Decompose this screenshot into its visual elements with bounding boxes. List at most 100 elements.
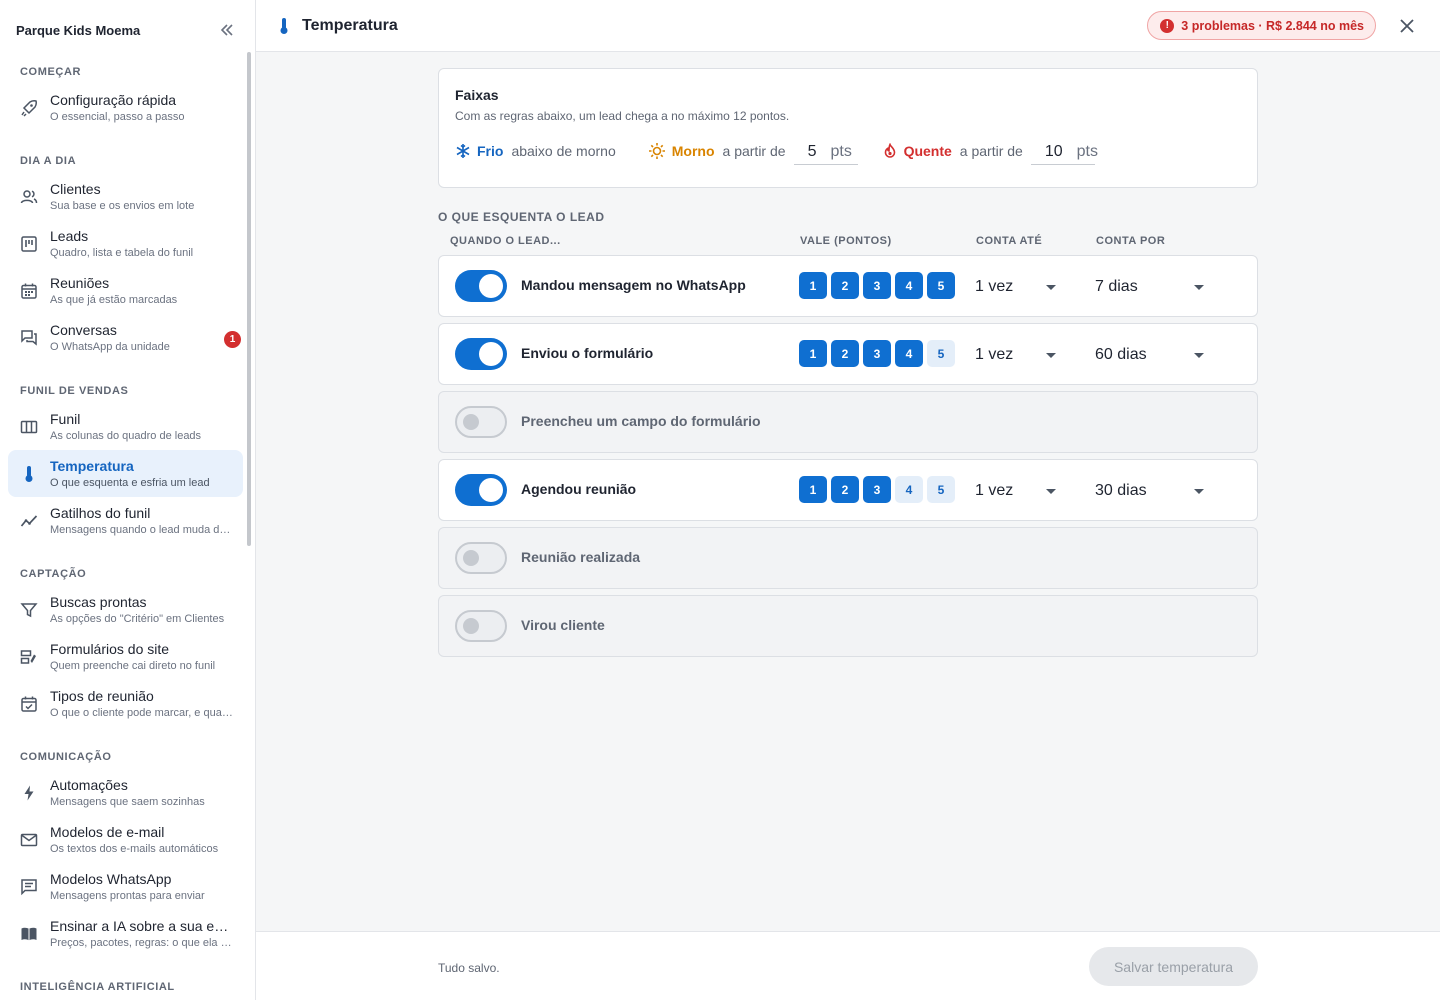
points-selector: 12345 (799, 476, 959, 503)
sidebar-item-label: Conversas (50, 321, 117, 338)
morno-unit: pts (830, 143, 852, 160)
book-icon (20, 925, 38, 943)
sidebar-item-text: Formulários do site Quem preenche cai dir… (50, 640, 235, 674)
mail-icon (20, 831, 38, 849)
save-status: Tudo salvo. (438, 961, 500, 975)
sidebar-item-label: Configuração rápida (50, 91, 177, 108)
count-for-value: 7 dias (1095, 278, 1138, 295)
band-quente: Quente a partir de 10 pts (882, 137, 1098, 165)
sidebar-item-filter[interactable]: Buscas prontas As opções do "Critério" em… (8, 586, 243, 633)
points-option[interactable]: 2 (831, 476, 859, 503)
band-frio-text: abaixo de morno (511, 143, 616, 159)
points-option[interactable]: 3 (863, 340, 891, 367)
toggle-knob (463, 414, 479, 430)
sidebar-item-book[interactable]: Ensinar a IA sobre a sua empresa Preços, … (8, 910, 243, 957)
rule-toggle[interactable] (455, 610, 507, 642)
points-option[interactable]: 5 (927, 272, 955, 299)
rule-toggle[interactable] (455, 270, 507, 302)
points-option[interactable]: 1 (799, 340, 827, 367)
count-until-select[interactable]: 1 vez (975, 477, 1061, 505)
sidebar-item-columns[interactable]: Funil As colunas do quadro de leads (8, 403, 243, 450)
points-option[interactable]: 5 (927, 476, 955, 503)
quente-threshold-value: 10 (1044, 143, 1063, 160)
quente-unit: pts (1076, 143, 1098, 160)
chevron-down-icon (1046, 489, 1056, 494)
morno-threshold-input[interactable]: 5 pts (793, 137, 858, 165)
chevron-down-icon (1194, 489, 1204, 494)
points-option[interactable]: 4 (895, 340, 923, 367)
event-check-icon (20, 695, 38, 713)
points-selector: 12345 (799, 272, 959, 299)
sidebar-item-subtitle: O que o cliente pode marcar, e quando (50, 706, 235, 719)
count-until-value: 1 vez (975, 278, 1014, 295)
sidebar-item-text: Reuniões As que já estão marcadas (50, 274, 235, 308)
sidebar-scrollbar[interactable] (247, 52, 251, 546)
sidebar-section-label: DIA A DIA (20, 155, 77, 167)
sidebar-item-people[interactable]: Clientes Sua base e os envios em lote (8, 173, 243, 220)
thermometer-icon (20, 465, 38, 483)
thermometer-icon (278, 17, 290, 35)
band-morno-name: Morno (671, 143, 715, 159)
rule-toggle[interactable] (455, 406, 507, 438)
close-icon[interactable] (1396, 15, 1418, 37)
sidebar-item-subtitle: Preços, pacotes, regras: o que ela preci… (50, 936, 235, 949)
sidebar-item-thermometer[interactable]: Temperatura O que esquenta e esfria um le… (8, 450, 243, 497)
chevron-down-icon (1046, 353, 1056, 358)
sidebar-item-message[interactable]: Modelos WhatsApp Mensagens prontas para e… (8, 863, 243, 910)
save-temperature-button[interactable]: Salvar temperatura (1089, 947, 1258, 986)
points-option[interactable]: 4 (895, 272, 923, 299)
error-icon: ! (1160, 18, 1175, 33)
sidebar-item-board[interactable]: Leads Quadro, lista e tabela do funil (8, 220, 243, 267)
trend-icon (20, 512, 38, 530)
count-for-value: 60 dias (1095, 346, 1147, 363)
rule-toggle[interactable] (455, 338, 507, 370)
rule-toggle[interactable] (455, 474, 507, 506)
sidebar-item-event-check[interactable]: Tipos de reunião O que o cliente pode mar… (8, 680, 243, 727)
count-for-select[interactable]: 7 dias (1095, 273, 1210, 301)
chevron-down-icon (1046, 285, 1056, 290)
toggle-knob (479, 342, 503, 366)
rule-label: Preencheu um campo do formulário (521, 413, 761, 429)
count-for-select[interactable]: 60 dias (1095, 341, 1210, 369)
collapse-sidebar-icon[interactable] (215, 18, 239, 42)
chevron-down-icon (1194, 353, 1204, 358)
points-option[interactable]: 3 (863, 272, 891, 299)
sidebar-item-subtitle: Sua base e os envios em lote (50, 199, 195, 212)
points-option[interactable]: 1 (799, 476, 827, 503)
sidebar-item-chat[interactable]: Conversas O WhatsApp da unidade 1 (8, 314, 243, 361)
points-option[interactable]: 3 (863, 476, 891, 503)
sidebar-item-bolt[interactable]: Automações Mensagens que saem sozinhas (8, 769, 243, 816)
count-until-value: 1 vez (975, 482, 1014, 499)
sidebar-item-text: Modelos WhatsApp Mensagens prontas para e… (50, 870, 235, 904)
points-option[interactable]: 2 (831, 340, 859, 367)
sidebar-item-calendar[interactable]: Reuniões As que já estão marcadas (8, 267, 243, 314)
sidebar-item-label: Ensinar a IA sobre a sua empresa (50, 917, 235, 934)
band-frio-name: Frio (477, 143, 504, 159)
rule-row: Mandou mensagem no WhatsApp 1 2 3 4 5 1 vez 7 d… (438, 255, 1258, 317)
count-until-select[interactable]: 1 vez (975, 273, 1061, 301)
sidebar-item-mail[interactable]: Modelos de e-mail Os textos dos e-mails a… (8, 816, 243, 863)
points-option[interactable]: 4 (895, 476, 923, 503)
rule-row: Reunião realizada (438, 527, 1258, 589)
sidebar-item-rocket[interactable]: Configuração rápida O essencial, passo a … (8, 84, 243, 131)
sidebar-nav: COMEÇAR Configuração rápida O essencial, p… (0, 60, 255, 1000)
faixas-description: Com as regras abaixo, um lead chega a no… (455, 109, 790, 123)
sidebar-item-label: Modelos WhatsApp (50, 870, 172, 887)
points-option[interactable]: 2 (831, 272, 859, 299)
footer-bar: Tudo salvo. Salvar temperatura (256, 931, 1440, 1000)
problems-text: 3 problemas · R$ 2.844 no mês (1181, 18, 1364, 33)
count-for-select[interactable]: 30 dias (1095, 477, 1210, 505)
count-until-select[interactable]: 1 vez (975, 341, 1061, 369)
sidebar-item-form[interactable]: Formulários do site Quem preenche cai dir… (8, 633, 243, 680)
sidebar-item-label: Clientes (50, 180, 101, 197)
rule-toggle[interactable] (455, 542, 507, 574)
points-option[interactable]: 1 (799, 272, 827, 299)
points-option[interactable]: 5 (927, 340, 955, 367)
problems-chip[interactable]: ! 3 problemas · R$ 2.844 no mês (1147, 11, 1376, 40)
unread-badge: 1 (224, 331, 241, 348)
count-for-value: 30 dias (1095, 482, 1147, 499)
quente-threshold-input[interactable]: 10 pts (1030, 137, 1098, 165)
sidebar-item-trend[interactable]: Gatilhos do funil Mensagens quando o lead… (8, 497, 243, 544)
count-until-value: 1 vez (975, 346, 1014, 363)
sidebar-item-label: Reuniões (50, 274, 110, 291)
